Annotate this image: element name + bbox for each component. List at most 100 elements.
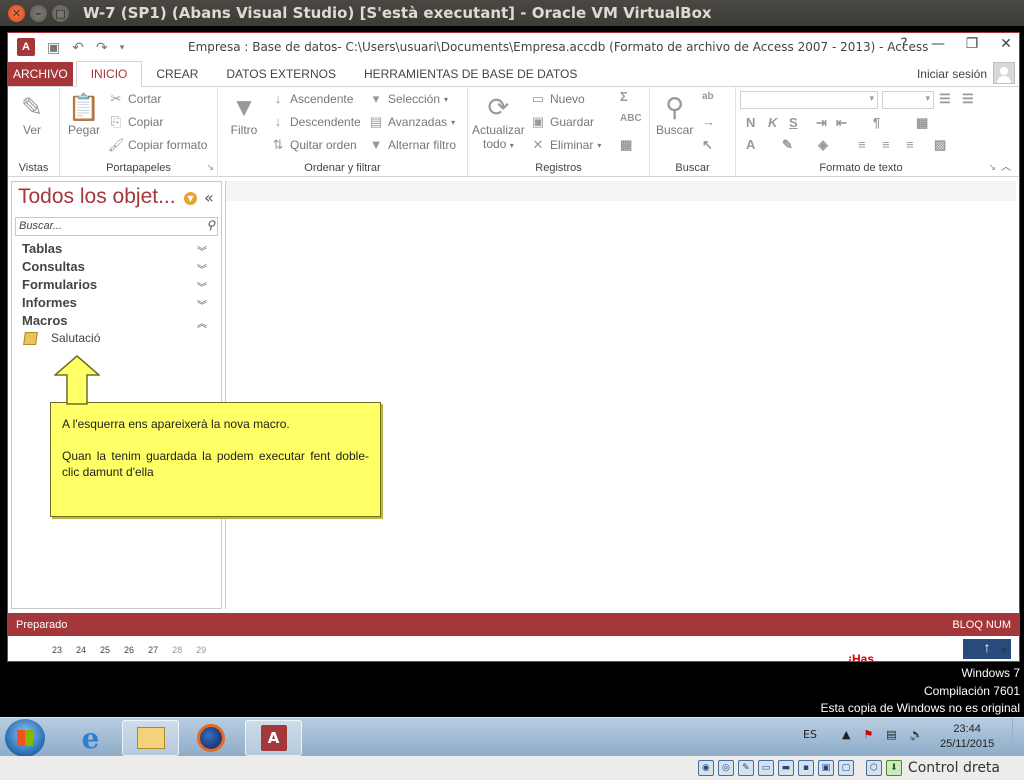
language-indicator[interactable]: ES [803, 728, 817, 741]
nav-group-macros[interactable]: Macros [22, 313, 68, 328]
shared-folders-icon[interactable]: ▭ [757, 760, 774, 776]
find-button[interactable]: ⚲ Buscar [656, 91, 693, 138]
file-explorer-icon[interactable] [122, 720, 179, 756]
align-center-icon[interactable]: ≡ [882, 137, 890, 152]
font-color-icon[interactable]: A [746, 137, 755, 152]
advanced-button[interactable]: ▤ Avanzadas ▾ [368, 114, 455, 130]
clipboard-launcher-icon[interactable]: ↘ [206, 162, 214, 173]
numbering-icon[interactable]: ☰ [962, 91, 974, 107]
minimize-button[interactable]: — [931, 36, 945, 52]
cut-button[interactable]: ✂ Cortar [108, 91, 162, 107]
show-hidden-icons-icon[interactable]: ▲ [842, 728, 850, 741]
tab-inicio[interactable]: INICIO [75, 61, 143, 87]
tab-archivo[interactable]: ARCHIVO [8, 62, 73, 86]
close-button[interactable]: ✕ [999, 36, 1013, 52]
vbox-close-button[interactable]: ✕ [8, 4, 25, 22]
fill-color-icon[interactable]: ◈ [818, 137, 828, 153]
volume-icon[interactable]: 🔊 [910, 728, 924, 741]
align-left-icon[interactable]: ≡ [858, 137, 866, 152]
outdent-icon[interactable]: ⇤ [836, 115, 847, 131]
expand-icon[interactable]: ︾ [197, 297, 207, 312]
highlight-icon[interactable]: ✎ [782, 137, 793, 153]
display-icon[interactable]: ▬ [777, 760, 794, 776]
cpu-icon[interactable]: ▢ [837, 760, 854, 776]
vbox-minimize-button[interactable]: – [30, 4, 47, 22]
keyboard-capture-icon[interactable]: ⬇ [885, 760, 902, 776]
filter-button[interactable]: ▼ Filtro [228, 91, 260, 138]
replace-icon[interactable]: ab [702, 91, 714, 102]
view-button[interactable]: ✎ Ver [16, 91, 48, 138]
nav-group-consultas[interactable]: Consultas [22, 259, 85, 274]
macro-item-salutacio[interactable]: Salutació [23, 331, 100, 345]
save-icon[interactable]: ▣ [47, 39, 60, 56]
undo-icon[interactable]: ↶ [72, 39, 84, 56]
italic-button[interactable]: K [768, 115, 777, 130]
new-record-button[interactable]: ▭ Nuevo [530, 91, 585, 107]
dropdown-icon[interactable]: ▾ [1002, 645, 1007, 656]
spelling-icon[interactable]: ABC [620, 113, 642, 124]
tab-datos-externos[interactable]: DATOS EXTERNOS [212, 62, 350, 86]
restore-button[interactable]: ❐ [965, 36, 979, 52]
start-button[interactable] [5, 719, 45, 756]
network-adapter-icon[interactable]: ▪ [797, 760, 814, 776]
gridlines-icon[interactable]: ▦ [916, 115, 928, 131]
totals-icon[interactable]: Σ [620, 89, 628, 104]
nav-group-formularios[interactable]: Formularios [22, 277, 97, 292]
sign-in-link[interactable]: Iniciar sesión [917, 67, 987, 81]
usb-icon[interactable]: ✎ [737, 760, 754, 776]
tab-crear[interactable]: CREAR [142, 62, 212, 86]
copy-button[interactable]: ⎘ Copiar [108, 114, 164, 130]
goto-icon[interactable]: → [702, 114, 715, 129]
indent-icon[interactable]: ⇥ [816, 115, 827, 131]
nav-collapse-icon[interactable]: « [204, 188, 214, 207]
expand-icon[interactable]: ︾ [197, 243, 207, 258]
vbox-maximize-button[interactable]: □ [52, 4, 69, 22]
format-painter-button[interactable]: 🖌 Copiar formato [108, 137, 207, 153]
user-avatar-icon[interactable] [993, 62, 1015, 84]
bullets-icon[interactable]: ☰ [939, 91, 951, 107]
refresh-all-button[interactable]: ⟳ Actualizar todo ▾ [472, 91, 525, 152]
internet-explorer-icon[interactable]: e [62, 720, 119, 756]
remove-sort-button[interactable]: ⇅ Quitar orden [270, 137, 357, 153]
customize-qat-icon[interactable]: ▾ [120, 42, 125, 53]
nav-group-informes[interactable]: Informes [22, 295, 77, 310]
descending-button[interactable]: ↓ Descendente [270, 114, 361, 129]
action-center-icon[interactable]: ⚑ [863, 728, 873, 741]
redo-icon[interactable]: ↷ [96, 39, 108, 56]
tab-herramientas[interactable]: HERRAMIENTAS DE BASE DE DATOS [350, 62, 591, 86]
help-button[interactable]: ? [897, 36, 911, 52]
firefox-icon[interactable] [182, 720, 239, 756]
underline-button[interactable]: S [789, 115, 798, 130]
font-launcher-icon[interactable]: ↘ [988, 162, 996, 173]
mouse-integration-icon[interactable]: ⬡ [865, 760, 882, 776]
search-icon[interactable]: ⚲ [206, 218, 215, 232]
expand-icon[interactable]: ︾ [197, 279, 207, 294]
clock[interactable]: 23:44 25/11/2015 [940, 722, 994, 752]
paragraph-icon[interactable]: ¶ [873, 115, 880, 130]
align-right-icon[interactable]: ≡ [906, 137, 914, 152]
delete-record-button[interactable]: ✕ Eliminar ▾ [530, 137, 602, 153]
alternate-row-icon[interactable]: ▨ [934, 137, 946, 153]
access-taskbar-icon[interactable]: A [245, 720, 302, 756]
save-record-button[interactable]: ▣ Guardar [530, 114, 594, 130]
nav-search-input[interactable]: Buscar... ⚲ [15, 217, 218, 236]
expand-icon[interactable]: ︾ [197, 261, 207, 276]
toggle-filter-button[interactable]: ▼ Alternar filtro [368, 137, 456, 152]
nav-group-tablas[interactable]: Tablas [22, 241, 62, 256]
paste-button[interactable]: 📋 Pegar [68, 91, 100, 138]
bold-button[interactable]: N [746, 115, 755, 130]
network-icon[interactable]: ▤ [886, 728, 896, 741]
collapse-icon[interactable]: ︽ [197, 315, 207, 330]
font-size-dropdown[interactable] [882, 91, 934, 109]
more-records-icon[interactable]: ▦ [620, 137, 632, 153]
hard-disk-icon[interactable]: ◉ [697, 760, 714, 776]
font-name-dropdown[interactable] [740, 91, 878, 109]
collapse-ribbon-icon[interactable]: ︿ [1001, 158, 1011, 173]
show-desktop-button[interactable] [1012, 718, 1024, 756]
ascending-button[interactable]: ↓ Ascendente [270, 91, 354, 106]
nav-pane-menu-icon[interactable]: ▼ [184, 192, 197, 205]
selection-button[interactable]: ▾ Selección ▾ [368, 91, 448, 107]
select-icon[interactable]: ↖ [702, 137, 713, 153]
recording-icon[interactable]: ▣ [817, 760, 834, 776]
nav-pane-title[interactable]: Todos los objet... [18, 185, 176, 209]
